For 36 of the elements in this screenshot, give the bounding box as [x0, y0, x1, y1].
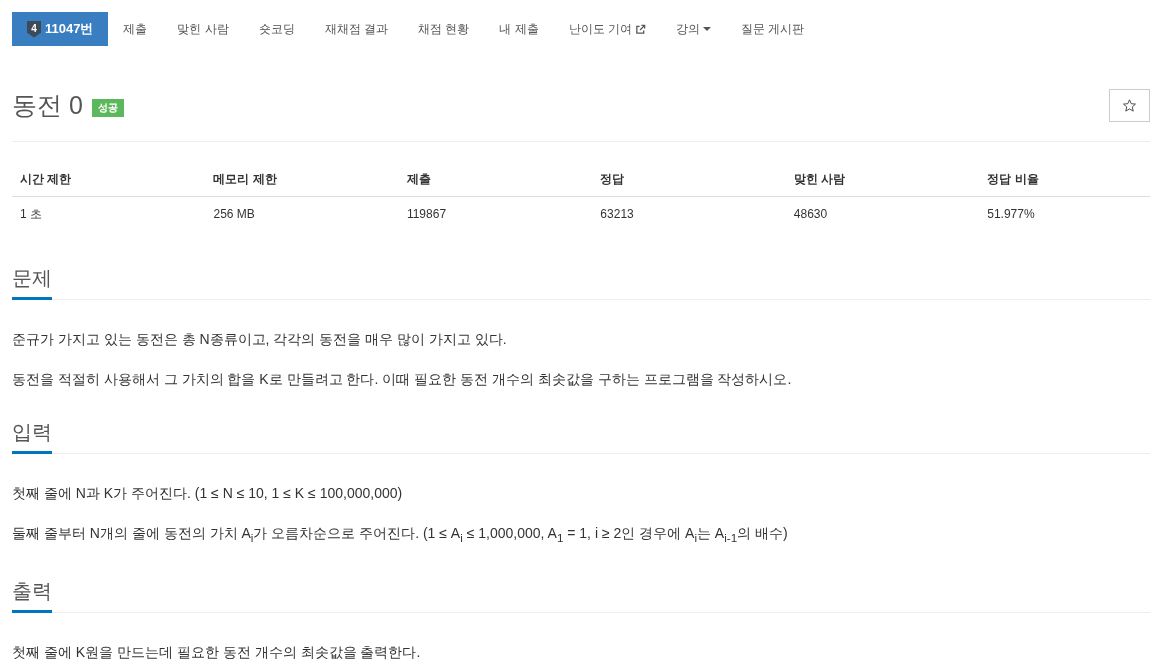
table-cell: 1 초	[12, 196, 206, 231]
nav-tab[interactable]: 4 11047번	[12, 12, 109, 46]
section-heading: 문제	[12, 264, 52, 300]
table-cell: 63213	[592, 196, 786, 231]
tier-badge: 4	[27, 20, 41, 38]
column-header: 정답	[592, 162, 786, 197]
paragraph: 둘째 줄부터 N개의 줄에 동전의 가치 A$_{i}$가 오름차순으로 주어진다. (1 ≤ A$_{i}$ ≤ 1,000,000, A$_{1}$ = 1, i ≥ 2인 경우에 A$_{i}$는 A$_{i-1}$의 배수)	[12, 524, 789, 546]
external-link-icon	[635, 23, 647, 35]
nav-tab[interactable]: 강의	[661, 12, 727, 46]
status-badge: 성공	[91, 99, 124, 117]
nav-tab[interactable]: 질문 게시판	[726, 12, 820, 46]
favorite-button[interactable]	[1109, 88, 1150, 122]
column-header: 제출	[398, 162, 593, 197]
paragraph: 첫째 줄에 N과 K가 주어진다. (1 ≤ N ≤ 10, 1 ≤ K ≤ 100,000,000)	[12, 484, 404, 503]
nav-tab[interactable]: 내 제출	[484, 12, 554, 46]
nav-tab[interactable]: 재채점 결과	[309, 12, 404, 46]
nav-tab[interactable]: 제출	[108, 12, 163, 46]
table-cell: 48630	[785, 196, 980, 231]
column-header: 맞힌 사람	[785, 162, 980, 197]
nav-tab[interactable]: 맞힌 사람	[162, 12, 244, 46]
paragraph: 동전을 적절히 사용해서 그 가치의 합을 K로 만들려고 한다. 이때 필요한 동전 개수의 최솟값을 구하는 프로그램을 작성하시오.	[12, 370, 793, 389]
problem-title: 동전 0	[12, 90, 83, 121]
section-heading: 출력	[12, 576, 52, 613]
table-cell: 256 MB	[205, 196, 399, 231]
paragraph: 첫째 줄에 K원을 만드는데 필요한 동전 개수의 최솟값을 출력한다.	[12, 642, 422, 662]
column-header: 정답 비율	[979, 162, 1150, 197]
table-cell: 51.977%	[979, 196, 1150, 231]
table-cell: 119867	[398, 196, 593, 231]
section-heading: 입력	[12, 418, 52, 454]
column-header: 시간 제한	[12, 162, 206, 197]
column-header: 메모리 제한	[205, 162, 399, 197]
paragraph: 준규가 가지고 있는 동전은 총 N종류이고, 각각의 동전을 매우 많이 가지고 있다.	[12, 330, 508, 349]
nav-tab[interactable]: 숏코딩	[243, 12, 310, 46]
caret-icon	[703, 27, 712, 31]
nav-tab[interactable]: 채점 현황	[403, 12, 485, 46]
nav-tab[interactable]: 난이도 기여	[553, 12, 662, 46]
